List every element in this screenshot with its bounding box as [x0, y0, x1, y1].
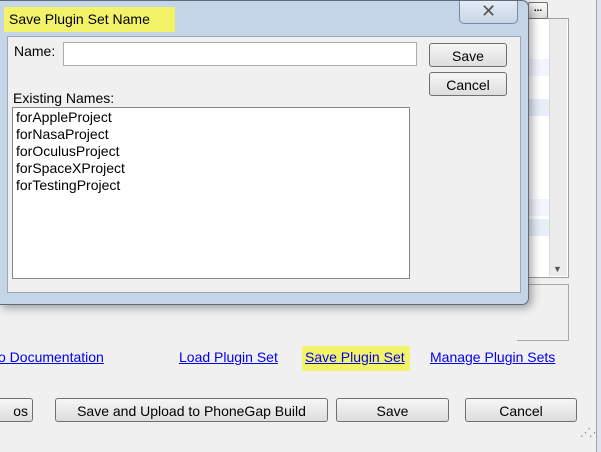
existing-names-list[interactable]: forAppleProject forNasaProject forOculus…	[12, 107, 410, 279]
partial-button[interactable]: os	[0, 398, 33, 422]
list-item[interactable]: forAppleProject	[16, 109, 406, 126]
save-plugin-set-dialog: Save Plugin Set Name ✕ Name: Save Cancel…	[0, 0, 529, 305]
list-item[interactable]: forSpaceXProject	[16, 160, 406, 177]
dialog-body: Name: Save Cancel Existing Names: forApp…	[7, 36, 521, 293]
help-documentation-link[interactable]: o Documentation	[0, 349, 104, 365]
close-button[interactable]: ✕	[459, 1, 518, 24]
cancel-button[interactable]: Cancel	[465, 398, 577, 422]
save-button[interactable]: Save	[336, 398, 449, 422]
dialog-title: Save Plugin Set Name	[9, 11, 150, 27]
list-item[interactable]: forTestingProject	[16, 177, 406, 194]
save-and-upload-button[interactable]: Save and Upload to PhoneGap Build	[55, 398, 328, 422]
name-input[interactable]	[63, 42, 417, 66]
dialog-save-button[interactable]: Save	[429, 43, 507, 67]
close-icon: ✕	[480, 1, 497, 21]
list-scrollbar[interactable]	[549, 19, 567, 276]
list-item[interactable]: forOculusProject	[16, 143, 406, 160]
existing-names-label: Existing Names:	[13, 90, 115, 106]
manage-plugin-sets-link[interactable]: Manage Plugin Sets	[430, 349, 555, 365]
scroll-down-arrow-icon[interactable]: ▼	[553, 264, 562, 274]
window-border	[596, 0, 601, 452]
save-plugin-set-link[interactable]: Save Plugin Set	[305, 349, 405, 365]
load-plugin-set-link[interactable]: Load Plugin Set	[179, 349, 278, 365]
list-item[interactable]: forNasaProject	[16, 126, 406, 143]
dialog-cancel-button[interactable]: Cancel	[429, 72, 507, 96]
name-label: Name:	[14, 43, 56, 59]
browse-button[interactable]: ...	[528, 2, 548, 19]
